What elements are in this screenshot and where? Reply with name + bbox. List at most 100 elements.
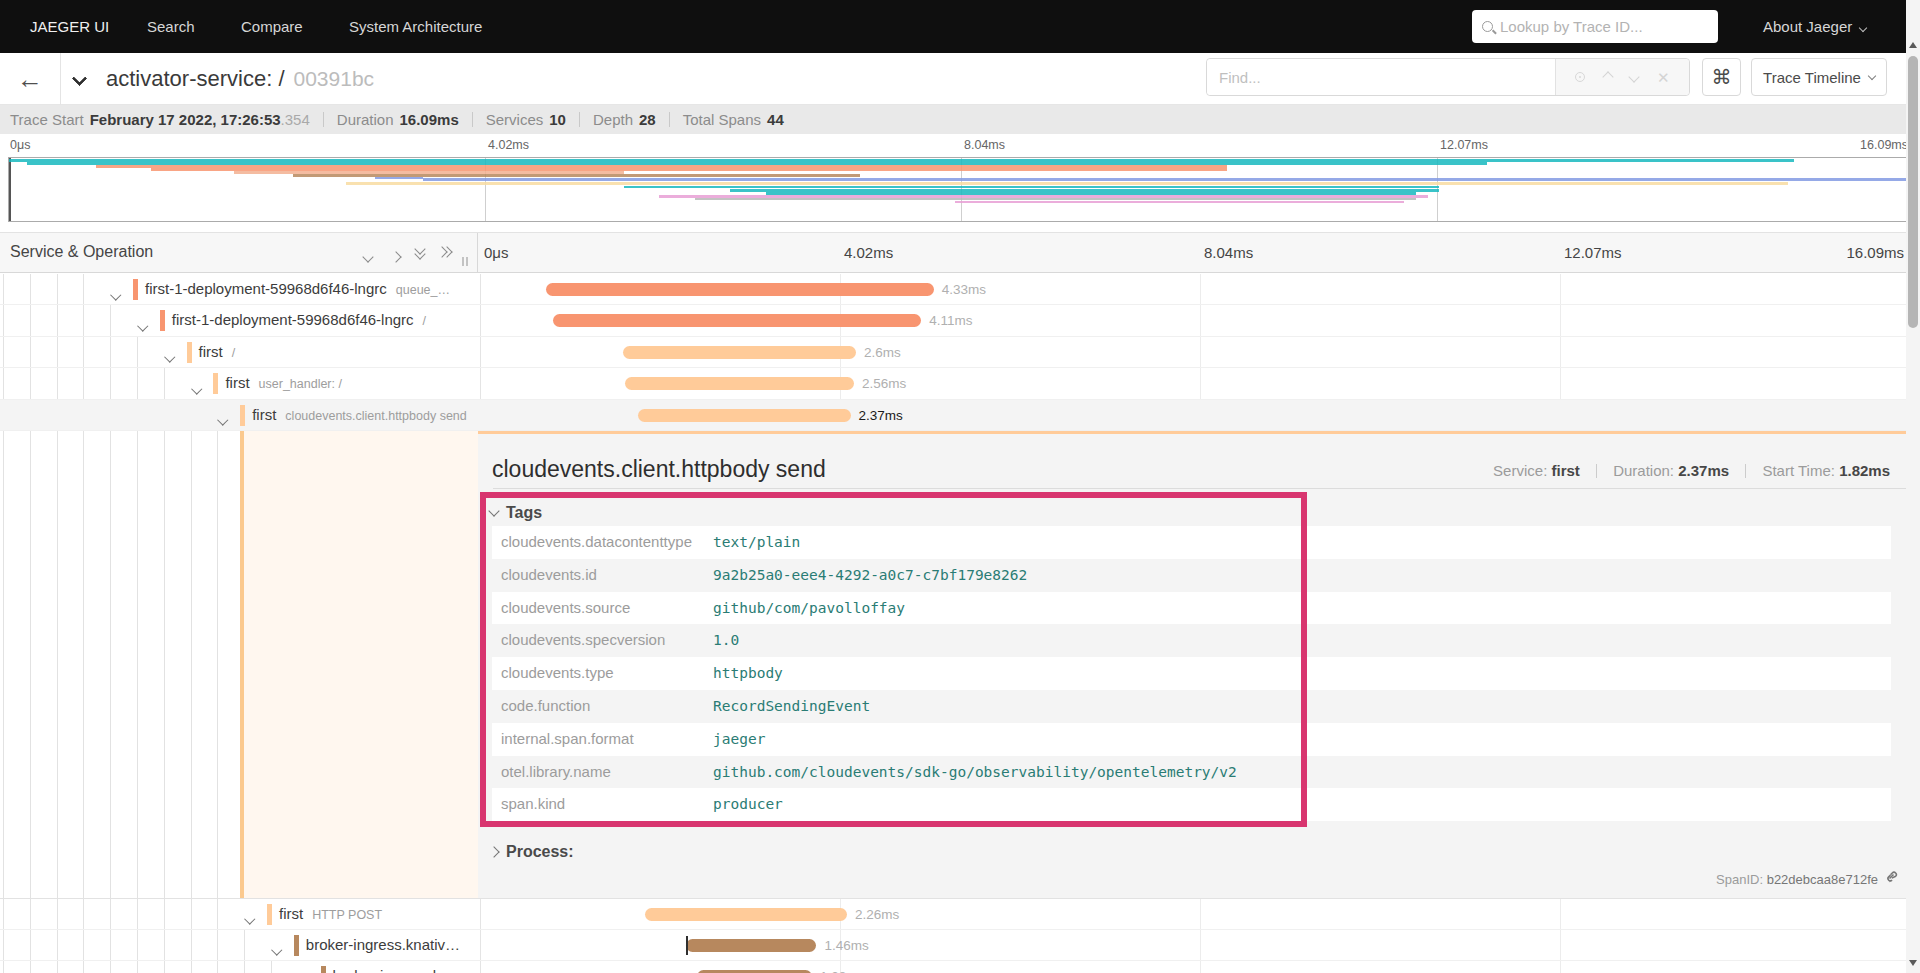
deep-link-icon[interactable] xyxy=(1883,870,1898,889)
span-row[interactable]: first-1-deployment-59968d6f46-lngrcqueue… xyxy=(0,274,1920,305)
focus-icon[interactable] xyxy=(1575,72,1585,82)
depth-label: Depth xyxy=(593,111,633,128)
nav-item-system-architecture[interactable]: System Architecture xyxy=(349,0,482,53)
trace-collapse-chevron-icon[interactable] xyxy=(74,70,85,88)
trace-id-search-input[interactable] xyxy=(1500,18,1690,35)
keyboard-shortcuts-button[interactable]: ⌘ xyxy=(1702,58,1741,96)
span-duration-bar[interactable] xyxy=(638,409,850,422)
tag-value: github.com/cloudevents/sdk-go/observabil… xyxy=(713,764,1237,780)
trace-id: 00391bc xyxy=(294,67,375,91)
tag-row[interactable]: cloudevents.typehttpbody xyxy=(492,657,1891,690)
service-color-bar xyxy=(187,342,192,363)
tag-row[interactable]: span.kindproducer xyxy=(492,788,1891,821)
trace-id-search-box[interactable] xyxy=(1472,10,1718,43)
trace-start-label: Trace Start xyxy=(10,111,84,128)
span-duration-bar[interactable] xyxy=(553,314,921,327)
span-id: SpanID: b22debcaa8e712fe xyxy=(1716,872,1878,887)
scrollbar-down-arrow[interactable] xyxy=(1909,960,1917,966)
span-collapse-chevron-icon[interactable] xyxy=(246,909,254,927)
operation-name: HTTP POST xyxy=(312,908,382,922)
tag-row[interactable]: cloudevents.specversion1.0 xyxy=(492,624,1891,657)
span-detail-title: cloudevents.client.httpbody send xyxy=(492,456,826,483)
scrollbar-thumb[interactable] xyxy=(1908,56,1918,328)
prev-result-icon[interactable] xyxy=(1602,71,1613,82)
span-row[interactable]: broker-ingress.knativ… 1.46ms xyxy=(0,930,1920,961)
span-duration-bar[interactable] xyxy=(686,939,817,952)
operation-name: cloudevents.client.httpbody send xyxy=(285,409,466,423)
tag-value: producer xyxy=(713,796,783,812)
service-name[interactable]: firstHTTP POST xyxy=(279,905,382,922)
find-input[interactable] xyxy=(1207,59,1555,95)
timeline-tick-label: 12.07ms xyxy=(1564,244,1622,261)
trace-info-bar: Trace Start February 17 2022, 17:26:53 .… xyxy=(0,105,1920,134)
span-duration-label: 1.46ms xyxy=(825,938,869,953)
back-button[interactable]: ← xyxy=(0,53,61,105)
vertical-scrollbar[interactable] xyxy=(1906,0,1920,973)
trace-view-select[interactable]: Trace Timeline xyxy=(1751,58,1887,96)
collapse-one-icon[interactable] xyxy=(364,247,372,265)
service-name[interactable]: first/ xyxy=(199,343,236,360)
total-spans-value: 44 xyxy=(767,111,784,128)
span-row[interactable]: firstuser_handler: /2.56ms xyxy=(0,368,1920,399)
service-value: first xyxy=(1551,462,1579,479)
span-duration-label: 4.33ms xyxy=(942,282,986,297)
service-name[interactable]: broker-ingress.kn… xyxy=(333,967,464,973)
tag-row[interactable]: cloudevents.id9a2b25a0-eee4-4292-a0c7-c7… xyxy=(492,559,1891,592)
service-name[interactable]: first-1-deployment-59968d6f46-lngrc/ xyxy=(172,311,426,328)
span-collapse-chevron-icon[interactable] xyxy=(112,284,120,302)
span-row[interactable]: broker-ingress.kn…1.28ms xyxy=(0,961,1920,973)
scrollbar-up-arrow[interactable] xyxy=(1909,42,1917,48)
timeline-tick-label: 0μs xyxy=(484,244,509,261)
span-collapse-chevron-icon[interactable] xyxy=(166,347,174,365)
minimap-span-line xyxy=(423,178,1911,181)
service-color-bar xyxy=(321,966,326,973)
span-collapse-chevron-icon[interactable] xyxy=(273,940,281,958)
next-result-icon[interactable] xyxy=(1629,71,1640,82)
tag-row[interactable]: code.functionRecordSendingEvent xyxy=(492,690,1891,723)
tag-row[interactable]: internal.span.formatjaeger xyxy=(492,723,1891,756)
expand-one-icon[interactable] xyxy=(392,247,400,265)
clear-icon[interactable]: ✕ xyxy=(1657,70,1670,85)
span-log-marker[interactable] xyxy=(686,936,688,955)
span-collapse-chevron-icon[interactable] xyxy=(219,410,227,428)
tag-row[interactable]: cloudevents.sourcegithub/com/pavolloffay xyxy=(492,592,1891,625)
column-resize-handle[interactable] xyxy=(462,257,468,266)
minimap-canvas[interactable] xyxy=(8,157,1912,222)
tag-row[interactable]: cloudevents.datacontenttypetext/plain xyxy=(492,526,1891,559)
nav-item-compare[interactable]: Compare xyxy=(241,0,303,53)
process-section-toggle[interactable]: Process: xyxy=(490,843,574,861)
tag-key: cloudevents.type xyxy=(501,664,614,681)
tags-section-toggle[interactable]: Tags xyxy=(490,504,542,522)
service-name[interactable]: firstcloudevents.client.httpbody send xyxy=(252,406,467,423)
chevron-down-icon xyxy=(1859,23,1867,31)
span-collapse-chevron-icon[interactable] xyxy=(193,378,201,396)
tag-value: github/com/pavolloffay xyxy=(713,600,905,616)
tag-key: cloudevents.id xyxy=(501,566,597,583)
find-controls: ✕ xyxy=(1555,59,1689,95)
nav-brand[interactable]: JAEGER UI xyxy=(30,0,109,53)
about-jaeger-menu[interactable]: About Jaeger xyxy=(1763,0,1866,53)
service-name[interactable]: first-1-deployment-59968d6f46-lngrcqueue… xyxy=(145,280,450,297)
span-row[interactable]: first-1-deployment-59968d6f46-lngrc/4.11… xyxy=(0,305,1920,336)
service-color-bar xyxy=(240,405,245,426)
about-jaeger-label: About Jaeger xyxy=(1763,18,1852,35)
span-duration-bar[interactable] xyxy=(623,346,856,359)
span-duration-bar[interactable] xyxy=(625,377,854,390)
span-duration-label: 2.26ms xyxy=(855,907,899,922)
tag-key: cloudevents.specversion xyxy=(501,631,665,648)
service-name[interactable]: broker-ingress.knativ… xyxy=(306,936,460,953)
span-collapse-chevron-icon[interactable] xyxy=(139,315,147,333)
tag-row[interactable]: otel.library.namegithub.com/cloudevents/… xyxy=(492,756,1891,789)
service-color-bar xyxy=(160,310,165,331)
span-row[interactable]: firstHTTP POST 2.26ms xyxy=(0,899,1920,930)
span-row[interactable]: first/2.6ms xyxy=(0,337,1920,368)
find-box[interactable]: ✕ xyxy=(1206,58,1690,96)
span-row[interactable]: firstcloudevents.client.httpbody send2.3… xyxy=(0,400,1920,431)
span-duration-bar[interactable] xyxy=(645,908,847,921)
trace-title[interactable]: activator-service: / xyxy=(106,66,285,92)
span-duration-bar[interactable] xyxy=(546,283,934,296)
tag-value: text/plain xyxy=(713,534,800,550)
service-name[interactable]: firstuser_handler: / xyxy=(225,374,342,391)
nav-item-search[interactable]: Search xyxy=(147,0,195,53)
minimap-left-scrubber[interactable] xyxy=(9,158,11,221)
